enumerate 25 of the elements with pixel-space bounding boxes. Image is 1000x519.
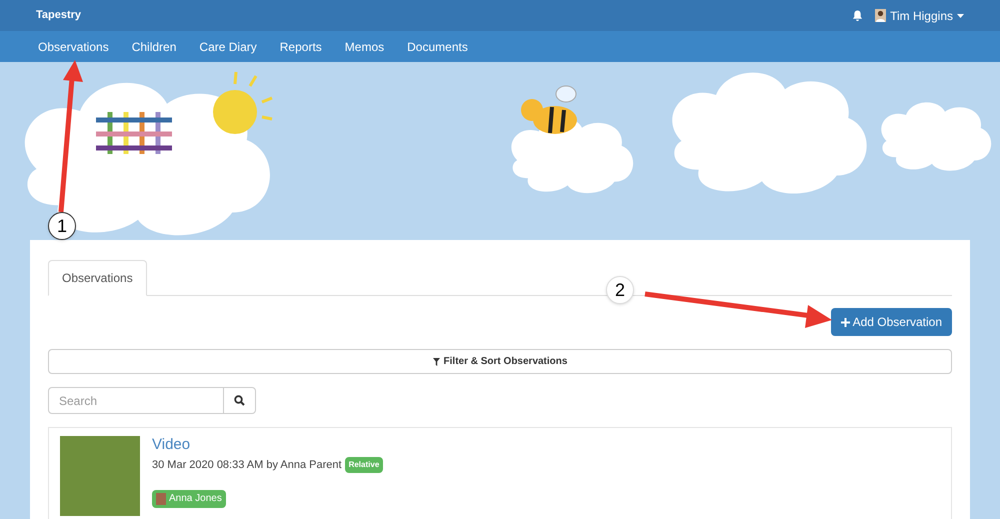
nav-link[interactable]: Memos [344, 38, 384, 56]
caret-icon [957, 14, 964, 18]
user-menu[interactable]: Tim Higgins [875, 6, 964, 24]
bell-icon[interactable] [852, 10, 864, 22]
plus-icon [840, 318, 850, 326]
funnel-icon [432, 358, 440, 366]
step-number: 1 [48, 212, 76, 240]
nav-link[interactable]: Children [132, 38, 176, 56]
nav-link[interactable]: Observations [38, 38, 109, 56]
role-badge: Relative [344, 457, 384, 474]
search-button[interactable] [224, 387, 256, 414]
person-icon [875, 9, 886, 22]
observation-meta: 30 Mar 2020 08:33 AM by Anna Parent [152, 458, 342, 473]
brand-name: Tapestry [36, 8, 82, 24]
tab[interactable]: Observations [48, 260, 147, 296]
search-icon [234, 395, 245, 406]
filter-sort-button[interactable]: Filter & Sort Observations [48, 349, 952, 374]
nav-link[interactable]: Reports [280, 38, 322, 56]
search-field[interactable]: Search [48, 387, 224, 414]
child-tag[interactable]: Anna Jones [152, 490, 226, 508]
add-observation-button[interactable]: Add Observation [830, 308, 952, 336]
nav-link[interactable]: Care Diary [199, 38, 257, 56]
avatar-icon [156, 492, 166, 504]
nav-link[interactable]: Documents [407, 38, 468, 56]
observation-title[interactable]: Video [152, 436, 384, 454]
